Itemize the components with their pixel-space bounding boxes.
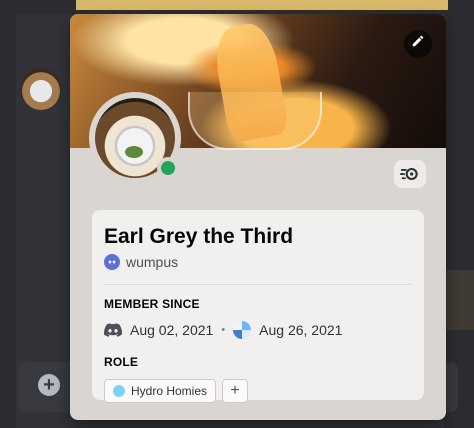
role-color-dot[interactable]: [113, 385, 125, 397]
banner-tea-glass: [188, 92, 322, 150]
nitro-icon: [400, 167, 418, 181]
discord-logo-icon: [104, 323, 122, 337]
role-title: ROLE: [104, 355, 139, 369]
display-name: Earl Grey the Third: [104, 225, 294, 248]
status-dot-fill: [161, 161, 175, 175]
discord-join-date: Aug 02, 2021: [130, 322, 214, 338]
username: wumpus: [126, 254, 179, 270]
user-profile-popout: Earl Grey the Third wumpus MEMBER SINCE …: [70, 14, 446, 420]
member-since-row: Aug 02, 2021 • Aug 26, 2021: [104, 321, 412, 339]
background-user-avatar[interactable]: [20, 68, 62, 110]
nitro-badge[interactable]: [394, 160, 426, 188]
chat-add-button[interactable]: +: [38, 374, 60, 396]
server-join-date: Aug 26, 2021: [259, 322, 343, 338]
background-right-panel-block: [444, 270, 474, 330]
avatar-teapot-decoration: [125, 146, 143, 158]
role-label: Hydro Homies: [131, 384, 208, 398]
clyde-icon: [104, 254, 120, 270]
role-pill[interactable]: Hydro Homies: [104, 379, 217, 403]
profile-info-card: Earl Grey the Third wumpus MEMBER SINCE …: [92, 210, 424, 403]
background-left-rail: [0, 14, 16, 428]
edit-profile-button[interactable]: [404, 30, 432, 58]
role-list: Hydro Homies +: [104, 379, 412, 403]
online-status-indicator: [157, 157, 179, 179]
add-role-button[interactable]: +: [222, 379, 249, 403]
date-separator: •: [221, 324, 226, 336]
section-divider: [104, 284, 412, 285]
username-row: wumpus: [104, 254, 412, 270]
member-since-title: MEMBER SINCE: [104, 297, 200, 311]
pencil-icon: [412, 35, 424, 47]
server-icon[interactable]: [233, 321, 252, 339]
background-banner-strip: [76, 0, 448, 10]
